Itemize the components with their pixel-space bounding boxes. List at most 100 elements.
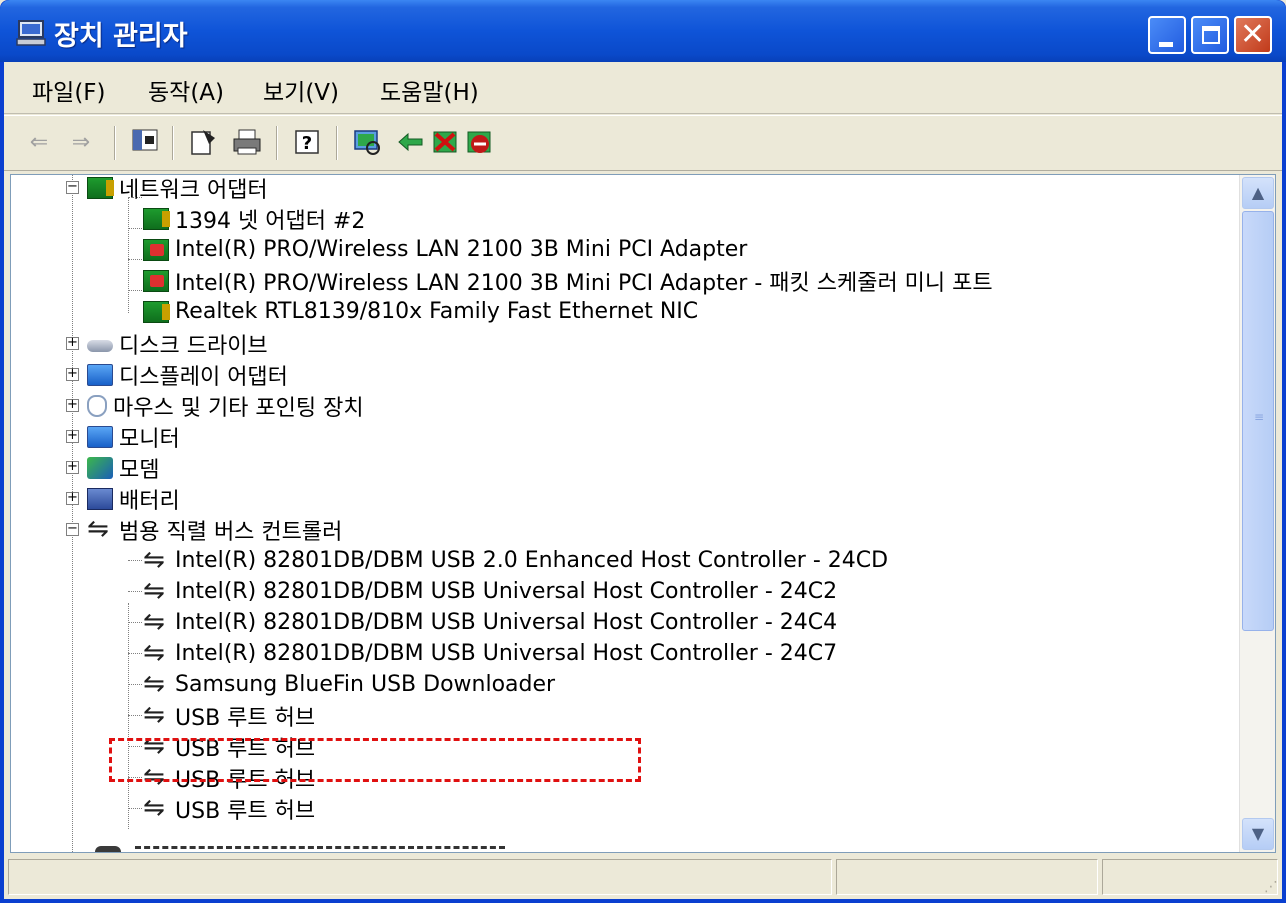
forward-arrow-icon[interactable]: ⇒ — [66, 128, 96, 158]
menu-help[interactable]: 도움말(H) — [380, 73, 479, 107]
tree-item-label: Intel(R) 82801DB/DBM USB Universal Host … — [175, 610, 838, 635]
scroll-thumb[interactable]: ≡ — [1242, 211, 1274, 631]
tree-guide-line — [128, 603, 129, 829]
tree-item-intel-wireless-scheduler[interactable]: Intel(R) PRO/Wireless LAN 2100 3B Mini P… — [143, 265, 993, 296]
device-manager-window: 장치 관리자 ✕ 파일(F) 동작(A) 보기(V) 도움말(H) ⇐ ⇒ ? … — [0, 0, 1286, 903]
collapse-toggle[interactable]: − — [66, 522, 79, 536]
properties-icon[interactable] — [188, 128, 218, 158]
title-bar[interactable]: 장치 관리자 ✕ — [0, 0, 1286, 62]
tree-item-usb-24c4[interactable]: Intel(R) 82801DB/DBM USB Universal Host … — [143, 607, 837, 638]
status-panel — [836, 859, 1098, 895]
help-glyph: ? — [295, 130, 319, 154]
tree-item-label: Intel(R) 82801DB/DBM USB 2.0 Enhanced Ho… — [175, 548, 889, 573]
expand-toggle[interactable]: + — [66, 491, 79, 505]
tree-connector — [128, 591, 142, 592]
update-driver-icon[interactable] — [396, 128, 426, 158]
network-adapter-icon — [143, 300, 170, 323]
menu-file[interactable]: 파일(F) — [32, 73, 106, 107]
network-adapter-icon — [143, 207, 170, 230]
device-tree-pane[interactable]: − 네트워크 어댑터 1394 넷 어댑터 #2 Intel(R) PRO/Wi… — [10, 174, 1276, 853]
tree-item-label: Samsung BlueFin USB Downloader — [175, 672, 556, 697]
tree-item-label: Intel(R) PRO/Wireless LAN 2100 3B Mini P… — [175, 270, 993, 296]
tree-connector — [128, 259, 142, 260]
expand-toggle[interactable]: + — [66, 429, 79, 443]
tree-item-mice[interactable]: 마우스 및 기타 포인팅 장치 — [87, 390, 364, 421]
tree-item-intel-wireless[interactable]: Intel(R) PRO/Wireless LAN 2100 3B Mini P… — [143, 234, 747, 265]
toolbar-separator — [336, 126, 338, 160]
tree-item-usb-24cd[interactable]: Intel(R) 82801DB/DBM USB 2.0 Enhanced Ho… — [143, 545, 888, 576]
disable-icon[interactable] — [464, 128, 494, 158]
minimize-icon — [1159, 42, 1173, 47]
uninstall-icon[interactable] — [430, 128, 460, 158]
device-icon — [95, 846, 121, 852]
scroll-up-button[interactable]: ▲ — [1242, 177, 1274, 209]
uninstall-glyph — [433, 131, 457, 153]
cut-off-label — [135, 846, 505, 849]
expand-toggle[interactable]: + — [66, 367, 79, 381]
tree-item-realtek-nic[interactable]: Realtek RTL8139/810x Family Fast Etherne… — [143, 296, 698, 327]
maximize-button[interactable] — [1191, 16, 1229, 54]
scan-hardware-icon[interactable] — [352, 128, 382, 158]
tree-item-modems[interactable]: 모뎀 — [87, 452, 159, 483]
tree-connector — [128, 290, 142, 291]
tree-item-label: Intel(R) 82801DB/DBM USB Universal Host … — [175, 641, 838, 666]
tree-item-usb-root-hub[interactable]: USB 루트 허브 — [143, 793, 315, 824]
update-glyph — [398, 132, 423, 152]
tree-item-label: 모니터 — [119, 426, 180, 452]
print-glyph — [233, 129, 261, 155]
tree-connector — [128, 560, 142, 561]
print-icon[interactable] — [232, 128, 262, 158]
vertical-scrollbar[interactable]: ▲ ≡ ▼ — [1239, 175, 1275, 852]
resize-grip-icon[interactable]: ⋰ — [1264, 879, 1278, 895]
menu-action[interactable]: 동작(A) — [148, 73, 224, 107]
tree-item-1394-net-adapter[interactable]: 1394 넷 어댑터 #2 — [143, 203, 365, 234]
tree-item-network-adapters[interactable]: 네트워크 어댑터 — [87, 175, 268, 203]
menu-view[interactable]: 보기(V) — [263, 73, 339, 107]
tree-item-monitors[interactable]: 모니터 — [87, 421, 180, 452]
maximize-icon — [1202, 26, 1220, 44]
expand-toggle[interactable]: + — [66, 460, 79, 474]
tree-item-samsung-bluefin[interactable]: Samsung BlueFin USB Downloader — [143, 669, 555, 700]
minimize-button[interactable] — [1148, 16, 1186, 54]
tree-connector — [128, 808, 142, 809]
tree-item-label: 디스크 드라이브 — [119, 333, 268, 359]
tree-item-usb-24c7[interactable]: Intel(R) 82801DB/DBM USB Universal Host … — [143, 638, 837, 669]
usb-icon — [143, 700, 169, 730]
collapse-toggle[interactable]: − — [66, 180, 79, 194]
help-icon[interactable]: ? — [292, 128, 322, 158]
show-hide-console-tree-icon[interactable] — [130, 128, 160, 158]
monitor-icon — [87, 425, 113, 448]
tree-item-usb-24c2[interactable]: Intel(R) 82801DB/DBM USB Universal Host … — [143, 576, 837, 607]
tree-connector — [128, 228, 142, 229]
usb-icon — [87, 514, 113, 544]
partially-visible-row — [95, 842, 515, 852]
back-arrow-icon[interactable]: ⇐ — [24, 128, 54, 158]
status-panel — [1102, 859, 1278, 895]
scan-glyph — [354, 130, 380, 155]
tree-item-label: 배터리 — [119, 488, 180, 514]
svg-text:?: ? — [302, 133, 312, 154]
display-adapter-icon — [87, 363, 113, 386]
tree-item-disk-drives[interactable]: 디스크 드라이브 — [87, 328, 268, 359]
tree-item-batteries[interactable]: 배터리 — [87, 483, 180, 514]
tree-item-usb-root-hub[interactable]: USB 루트 허브 — [143, 700, 315, 731]
usb-icon — [143, 576, 169, 606]
tree-item-display-adapters[interactable]: 디스플레이 어댑터 — [87, 359, 288, 390]
tree-connector — [128, 622, 142, 623]
menu-bar: 파일(F) 동작(A) 보기(V) 도움말(H) — [4, 62, 1282, 114]
expand-toggle[interactable]: + — [66, 398, 79, 412]
close-button[interactable]: ✕ — [1234, 16, 1272, 54]
status-panel-main — [8, 859, 832, 895]
tree-item-usb-controllers[interactable]: 범용 직렬 버스 컨트롤러 — [87, 514, 342, 545]
disk-drive-icon — [87, 339, 113, 352]
usb-icon — [143, 793, 169, 823]
usb-icon — [143, 607, 169, 637]
close-icon: ✕ — [1240, 17, 1266, 52]
tree-item-label: 네트워크 어댑터 — [119, 177, 268, 203]
tree-item-label: 모뎀 — [119, 457, 160, 483]
expand-toggle[interactable]: + — [66, 336, 79, 350]
scroll-down-button[interactable]: ▼ — [1242, 818, 1274, 850]
tree-guide-line — [128, 197, 129, 313]
tree-item-label: 마우스 및 기타 포인팅 장치 — [113, 395, 364, 421]
usb-icon — [143, 545, 169, 575]
